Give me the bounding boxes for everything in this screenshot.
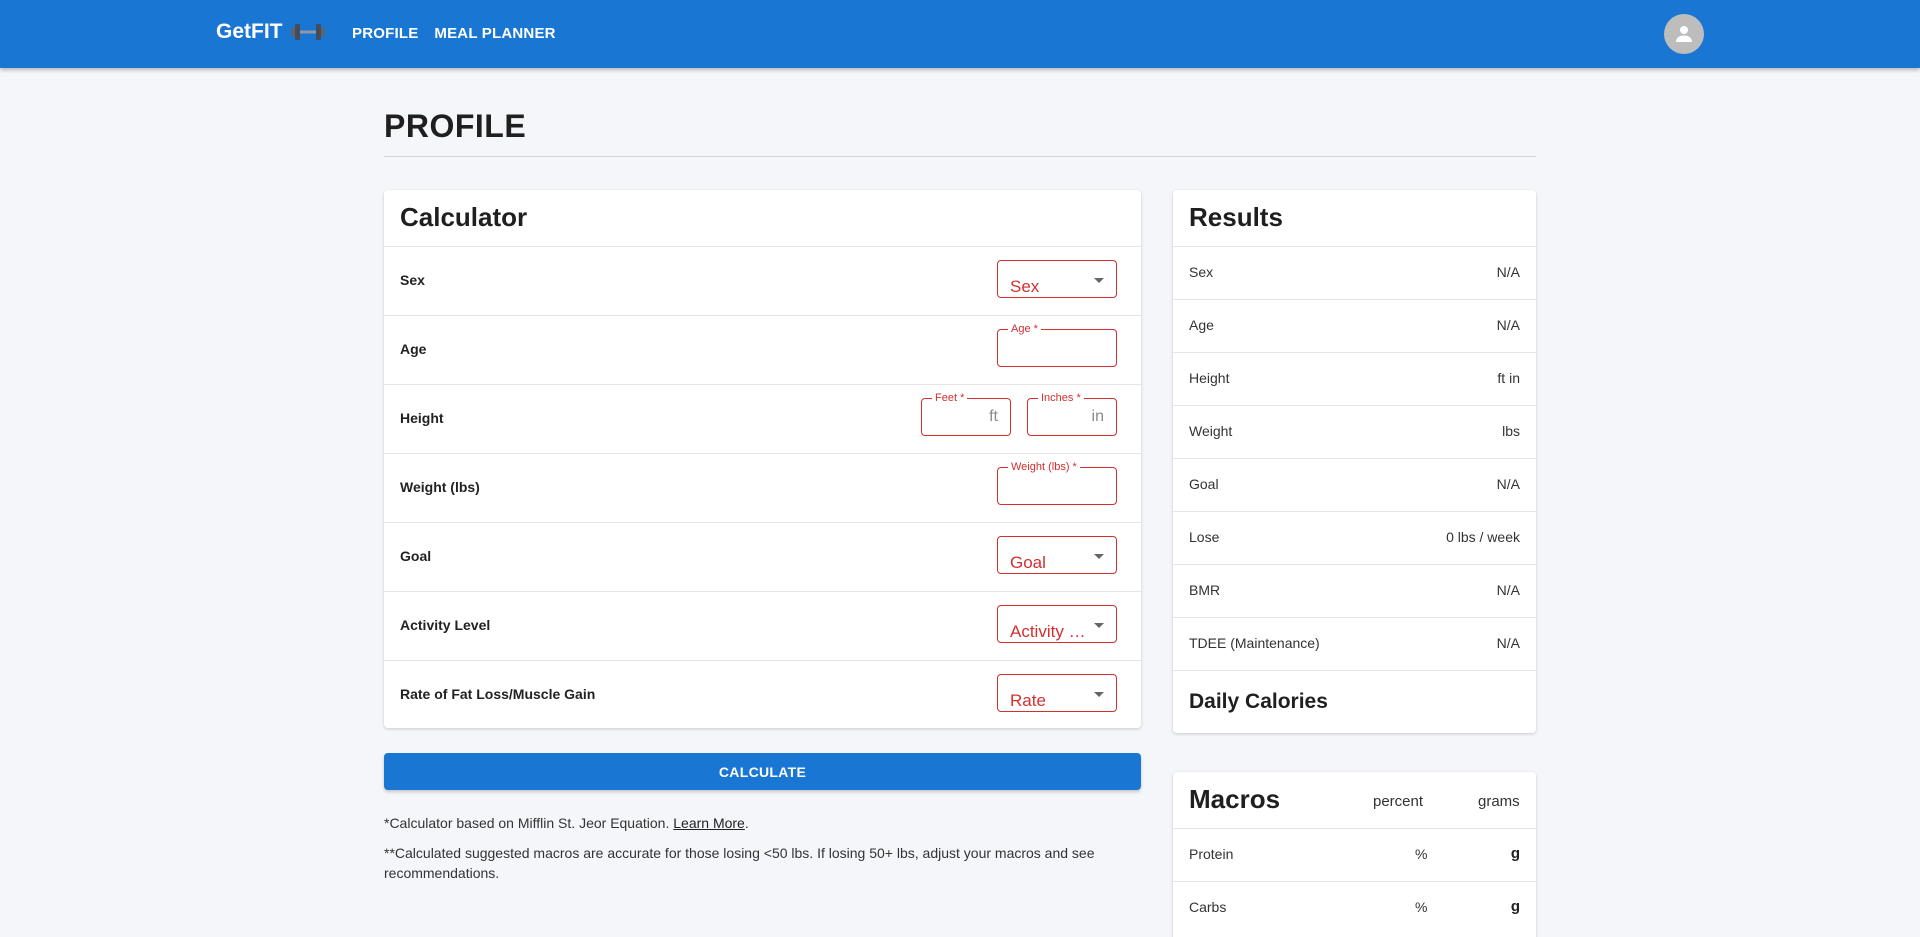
activity-level-select-value: Activity Level	[1010, 622, 1094, 641]
result-key: Sex	[1189, 264, 1214, 280]
age-field[interactable]: Age *	[997, 322, 1117, 367]
result-row-bmr: BMR N/A	[1173, 564, 1536, 617]
learn-more-link[interactable]: Learn More	[673, 815, 745, 831]
result-value: N/A	[1496, 317, 1520, 333]
rate-select[interactable]: Rate	[997, 674, 1117, 712]
result-key: Height	[1189, 370, 1230, 386]
macros-percent-header: percent	[1373, 793, 1424, 810]
sex-select[interactable]: Sex	[997, 260, 1117, 298]
macro-row-protein: Protein % g	[1173, 828, 1536, 881]
page-title: PROFILE	[384, 108, 527, 144]
title-divider	[384, 156, 1536, 157]
daily-calories-title: Daily Calories	[1189, 690, 1328, 713]
result-key: Age	[1189, 317, 1214, 333]
macros-grams-header: grams	[1478, 793, 1520, 810]
weight-label: Weight (lbs)	[400, 479, 480, 495]
avatar[interactable]	[1664, 14, 1704, 54]
macro-percent: %	[1415, 899, 1428, 915]
result-row-goal: Goal N/A	[1173, 458, 1536, 511]
height-label: Height	[400, 410, 444, 426]
row-age: Age Age *	[384, 315, 1141, 384]
brand-logo[interactable]: GetFIT	[216, 20, 325, 44]
activity-level-select[interactable]: Activity Level	[997, 605, 1117, 643]
result-value: N/A	[1496, 264, 1520, 280]
result-key: Weight	[1189, 423, 1233, 439]
sex-label: Sex	[400, 272, 425, 288]
nav-meal-planner[interactable]: MEAL PLANNER	[434, 25, 555, 42]
row-rate: Rate of Fat Loss/Muscle Gain Rate	[384, 660, 1141, 728]
goal-label: Goal	[400, 548, 432, 564]
results-title: Results	[1189, 202, 1283, 232]
macro-row-carbs: Carbs % g	[1173, 881, 1536, 934]
result-row-height: Height ft in	[1173, 352, 1536, 405]
macros-title: Macros	[1189, 784, 1281, 814]
calculator-note-text: *Calculator based on Mifflin St. Jeor Eq…	[384, 815, 670, 831]
macro-grams: g	[1510, 898, 1520, 915]
inches-field[interactable]: Inches * in	[1027, 391, 1117, 436]
goal-select[interactable]: Goal	[997, 536, 1117, 574]
chevron-down-icon	[1094, 278, 1104, 283]
weight-field-label: Weight (lbs) *	[1008, 460, 1080, 474]
inches-unit: in	[1091, 408, 1104, 425]
result-value: N/A	[1496, 635, 1520, 651]
rate-label: Rate of Fat Loss/Muscle Gain	[400, 686, 596, 702]
goal-select-value: Goal	[1010, 553, 1046, 572]
age-field-label: Age *	[1008, 322, 1041, 336]
calculator-note-end: .	[744, 815, 749, 831]
result-value: N/A	[1496, 476, 1520, 492]
activity-level-label: Activity Level	[400, 617, 491, 633]
weight-field[interactable]: Weight (lbs) *	[997, 460, 1117, 505]
result-row-weight: Weight lbs	[1173, 405, 1536, 458]
result-key: Goal	[1189, 476, 1219, 492]
row-sex: Sex Sex	[384, 246, 1141, 315]
calculator-card: Calculator Sex Sex Age Age * Height Feet…	[384, 190, 1141, 728]
main-nav: PROFILE MEAL PLANNER	[352, 25, 556, 42]
sex-select-value: Sex	[1010, 277, 1040, 296]
user-icon	[1676, 26, 1692, 42]
result-row-age: Age N/A	[1173, 299, 1536, 352]
result-value: N/A	[1496, 582, 1520, 598]
macro-name: Carbs	[1189, 899, 1227, 915]
result-value: ft in	[1497, 370, 1520, 386]
result-key: BMR	[1189, 582, 1221, 598]
calculate-button[interactable]: CALCULATE	[384, 753, 1141, 790]
result-row-lose: Lose 0 lbs / week	[1173, 511, 1536, 564]
nav-profile[interactable]: PROFILE	[352, 25, 418, 42]
result-row-sex: Sex N/A	[1173, 246, 1536, 299]
row-goal: Goal Goal	[384, 522, 1141, 591]
app-bar: GetFIT PROFILE MEAL PLANNER	[0, 0, 1920, 68]
chevron-down-icon	[1094, 623, 1104, 628]
brand-name: GetFIT	[216, 20, 283, 43]
feet-field-label: Feet *	[932, 391, 968, 405]
calculator-title: Calculator	[400, 202, 528, 232]
macro-percent: %	[1415, 846, 1428, 862]
macros-note: **Calculated suggested macros are accura…	[384, 845, 1095, 881]
feet-unit: ft	[989, 408, 998, 425]
result-key: Lose	[1189, 529, 1220, 545]
macro-name: Protein	[1189, 846, 1234, 862]
result-value: 0 lbs / week	[1446, 529, 1520, 545]
age-label: Age	[400, 341, 427, 357]
inches-field-label: Inches *	[1038, 391, 1084, 405]
row-activity-level: Activity Level Activity Level	[384, 591, 1141, 660]
row-height: Height Feet * ft Inches * in	[384, 384, 1141, 453]
feet-field[interactable]: Feet * ft	[921, 391, 1011, 436]
macro-grams: g	[1510, 845, 1520, 862]
calculator-note: *Calculator based on Mifflin St. Jeor Eq…	[384, 815, 749, 831]
row-weight: Weight (lbs) Weight (lbs) *	[384, 453, 1141, 522]
results-card: Results Sex N/A Age N/A Height ft in Wei…	[1173, 190, 1536, 733]
chevron-down-icon	[1094, 554, 1104, 559]
dumbbell-icon	[290, 24, 325, 40]
result-key: TDEE (Maintenance)	[1189, 635, 1320, 651]
result-row-tdee: TDEE (Maintenance) N/A	[1173, 617, 1536, 670]
result-value: lbs	[1502, 423, 1520, 439]
chevron-down-icon	[1094, 692, 1104, 697]
rate-select-value: Rate	[1010, 691, 1046, 710]
macros-card: Macros percent grams Protein % g Carbs %…	[1173, 772, 1536, 937]
